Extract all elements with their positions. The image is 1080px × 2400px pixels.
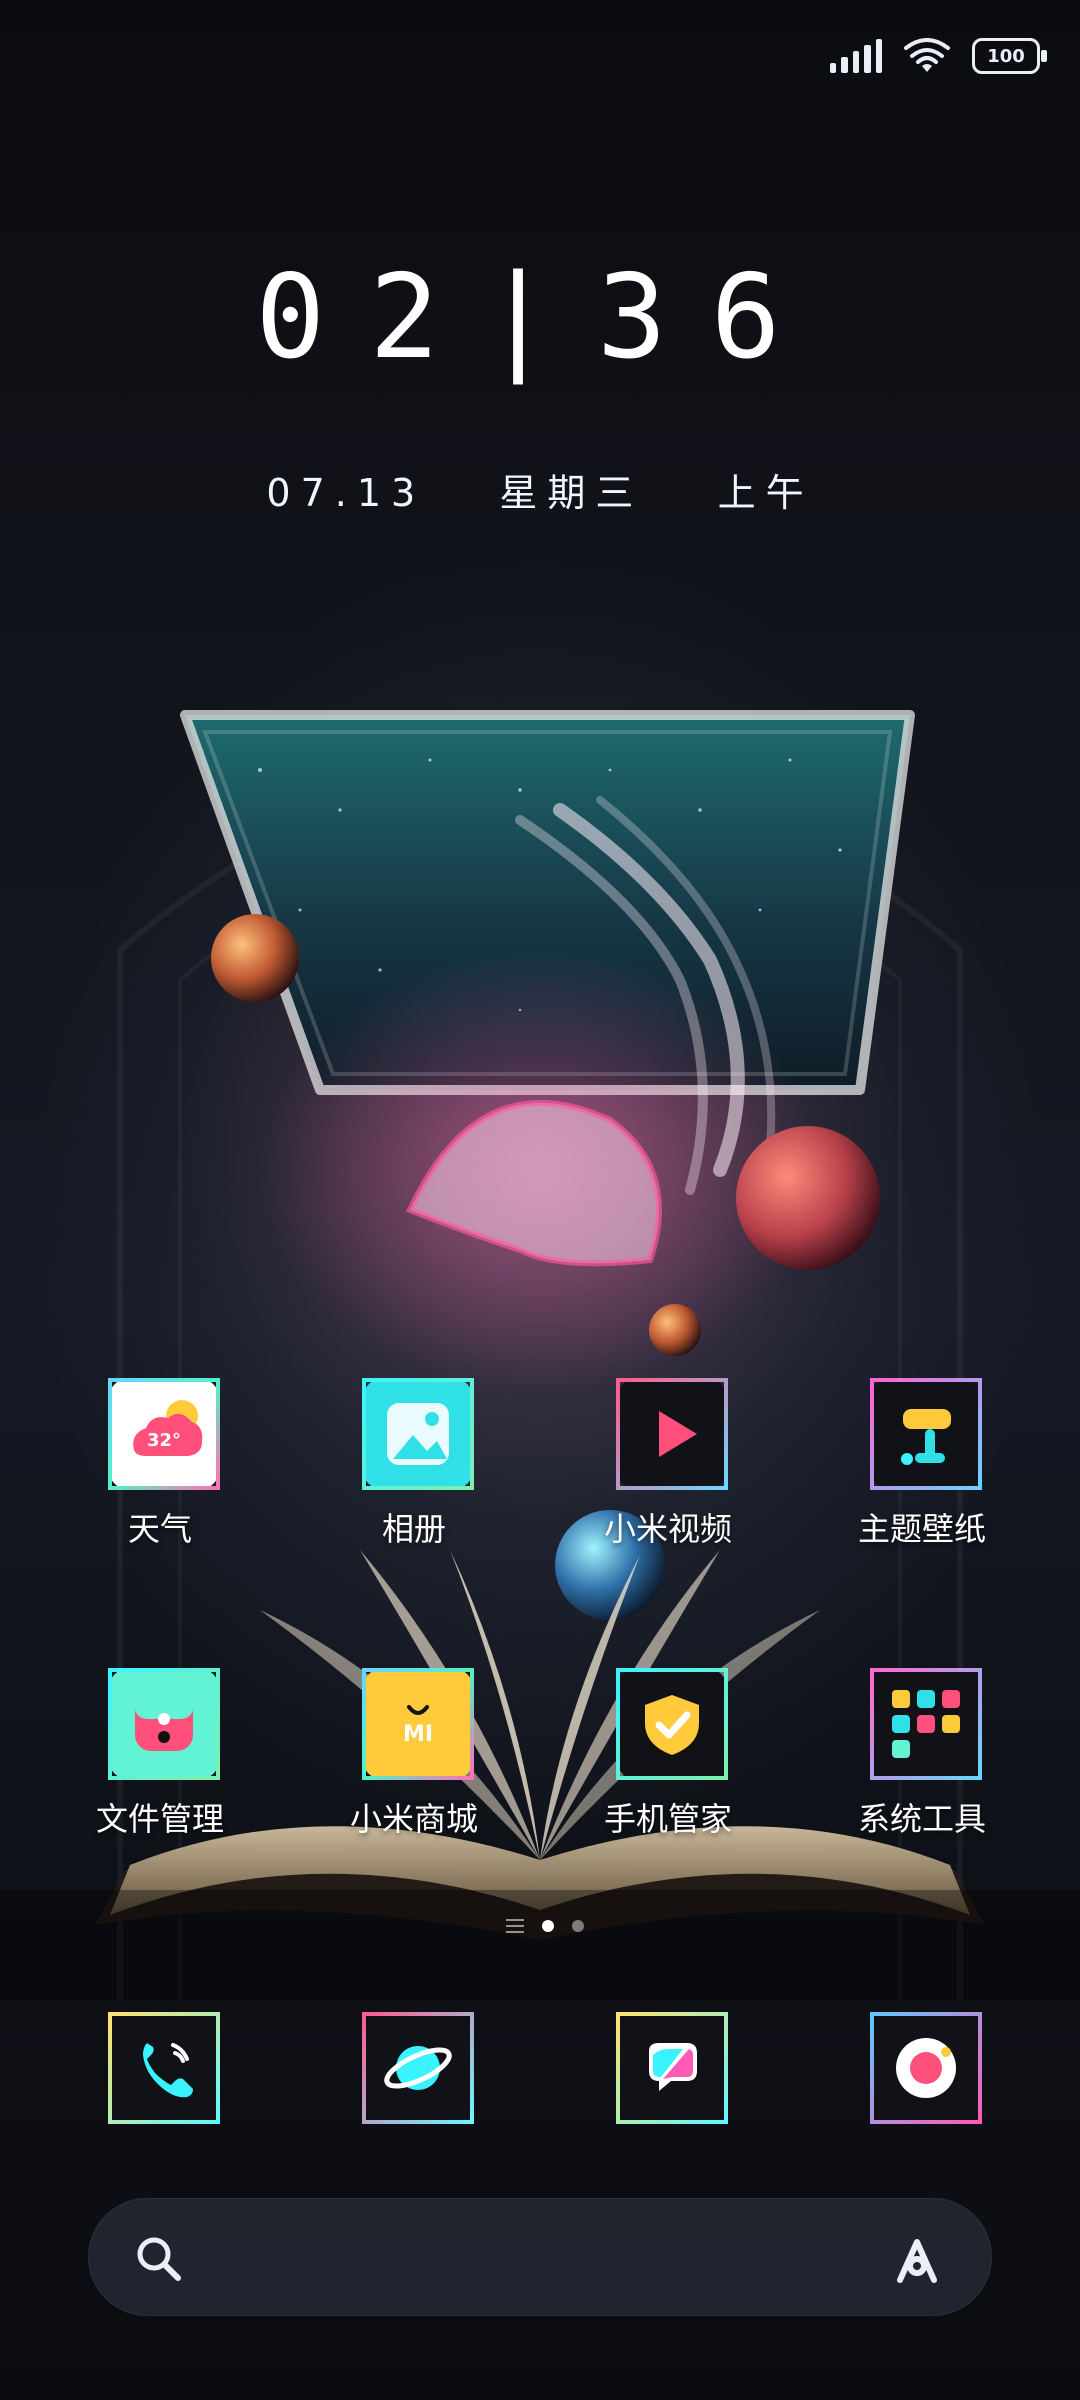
dock-browser[interactable] bbox=[314, 2012, 514, 2132]
weather-temp: 32° bbox=[147, 1430, 181, 1451]
app-themes[interactable]: 主题壁纸 bbox=[822, 1378, 1022, 1578]
app-label: 相册 bbox=[381, 1510, 446, 1548]
browser-glyph bbox=[384, 2046, 452, 2090]
signal-icon bbox=[830, 39, 883, 73]
security-icon bbox=[616, 1668, 728, 1780]
app-security[interactable]: 手机管家 bbox=[568, 1668, 768, 1868]
themes-icon bbox=[870, 1378, 982, 1490]
system-tools-glyph bbox=[892, 1690, 960, 1758]
file-manager-icon bbox=[108, 1668, 220, 1780]
app-label: 主题壁纸 bbox=[857, 1510, 986, 1548]
messages-glyph bbox=[649, 2043, 697, 2091]
mi-store-icon: MI bbox=[362, 1668, 474, 1780]
weather-glyph: 32° bbox=[133, 1400, 203, 1456]
phone-icon bbox=[108, 2012, 220, 2124]
mi-store-glyph: MI bbox=[393, 1699, 443, 1749]
dock-camera[interactable] bbox=[822, 2012, 1022, 2132]
assistant-icon[interactable] bbox=[882, 2224, 952, 2294]
app-system-tools[interactable]: 系统工具 bbox=[822, 1668, 1022, 1868]
camera-glyph bbox=[896, 2038, 956, 2098]
dock-phone[interactable] bbox=[60, 2012, 260, 2132]
app-video[interactable]: 小米视频 bbox=[568, 1378, 768, 1578]
search-bar[interactable] bbox=[88, 2198, 992, 2316]
home-page-indicator[interactable] bbox=[490, 1914, 600, 1938]
page-dot-2[interactable] bbox=[572, 1920, 584, 1932]
app-label: 系统工具 bbox=[857, 1800, 986, 1838]
file-manager-glyph bbox=[135, 1697, 193, 1751]
gallery-glyph bbox=[387, 1403, 449, 1465]
app-label: 文件管理 bbox=[95, 1800, 224, 1838]
gallery-icon bbox=[362, 1378, 474, 1490]
dock-messages[interactable] bbox=[568, 2012, 768, 2132]
app-weather[interactable]: 32° 天气 bbox=[60, 1378, 260, 1578]
camera-icon bbox=[870, 2012, 982, 2124]
themes-glyph bbox=[901, 1409, 951, 1465]
mi-badge: MI bbox=[403, 1722, 433, 1747]
date-month-day: 07.13 bbox=[266, 471, 426, 515]
search-icon[interactable] bbox=[132, 2232, 184, 2284]
phone-glyph bbox=[143, 2043, 193, 2098]
status-bar: 100 bbox=[0, 0, 1080, 110]
page-menu-icon[interactable] bbox=[506, 1919, 524, 1933]
app-gallery[interactable]: 相册 bbox=[314, 1378, 514, 1578]
battery-icon: 100 bbox=[972, 38, 1047, 74]
status-icons: 100 bbox=[820, 30, 1047, 82]
wifi-icon bbox=[904, 38, 950, 72]
clock-time: 02|36 bbox=[255, 250, 825, 385]
security-glyph bbox=[645, 1695, 699, 1755]
system-tools-folder-icon bbox=[870, 1668, 982, 1780]
weather-icon: 32° bbox=[108, 1378, 220, 1490]
page-dot-1[interactable] bbox=[542, 1920, 554, 1932]
app-label: 小米视频 bbox=[603, 1510, 732, 1548]
date-weekday: 星期三 bbox=[499, 471, 644, 515]
app-mi-store[interactable]: MI 小米商城 bbox=[314, 1668, 514, 1868]
app-label: 小米商城 bbox=[349, 1800, 478, 1838]
messages-icon bbox=[616, 2012, 728, 2124]
browser-icon bbox=[362, 2012, 474, 2124]
date-line: 07.13 星期三 上午 bbox=[0, 462, 1080, 517]
date-period: 上午 bbox=[717, 471, 814, 515]
app-file-manager[interactable]: 文件管理 bbox=[60, 1668, 260, 1868]
app-label: 天气 bbox=[127, 1510, 192, 1548]
battery-level: 100 bbox=[987, 45, 1025, 67]
video-icon bbox=[616, 1378, 728, 1490]
video-glyph bbox=[659, 1411, 697, 1457]
search-input[interactable] bbox=[198, 2226, 842, 2288]
app-label: 手机管家 bbox=[603, 1800, 732, 1838]
